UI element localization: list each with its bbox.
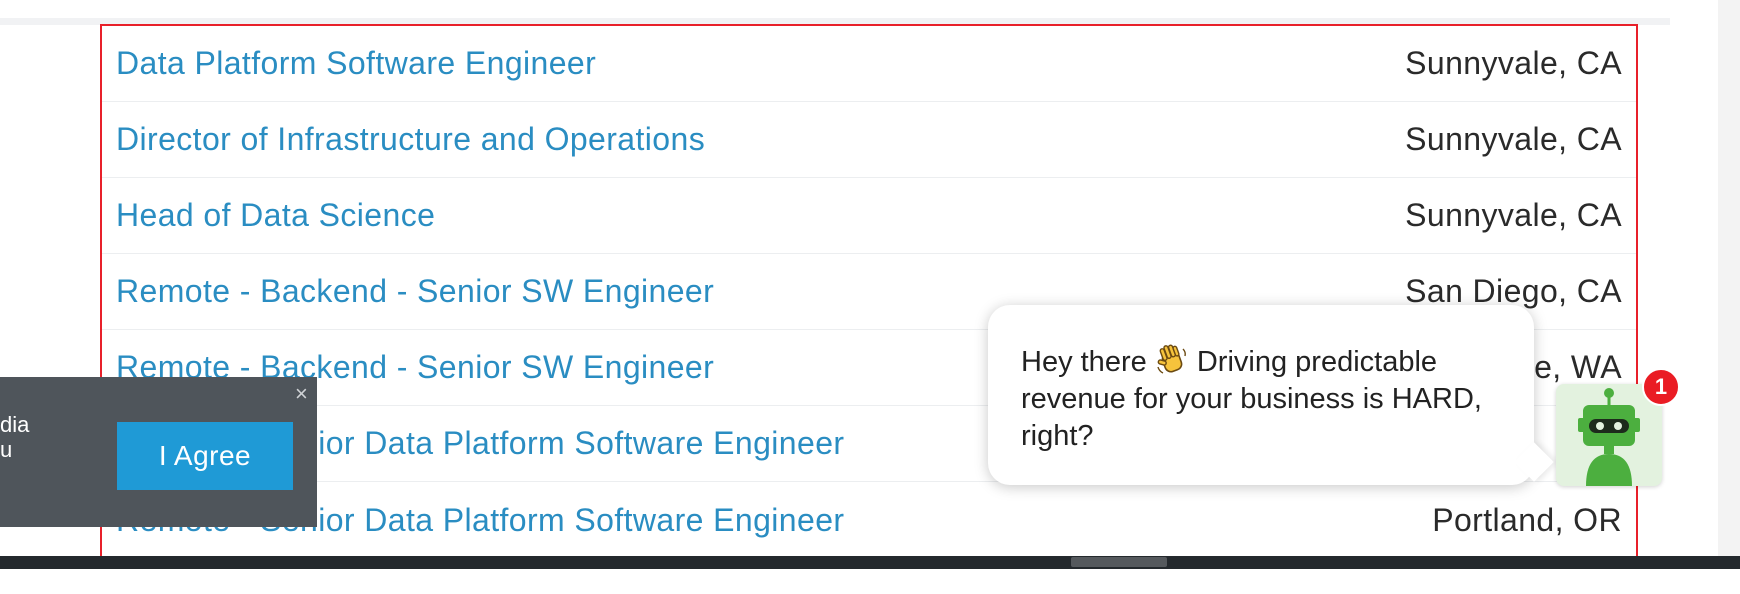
scrollbar-thumb[interactable] [1071, 557, 1167, 567]
notification-badge: 1 [1642, 368, 1680, 406]
page-viewport: Data Platform Software Engineer Sunnyval… [0, 0, 1740, 594]
chat-message: Hey there Driving predictable revenue fo… [1021, 343, 1511, 455]
chat-message-start: Hey there [1021, 346, 1155, 378]
highlight-box [100, 24, 1638, 568]
waving-hand-icon [1155, 343, 1189, 377]
agree-button[interactable]: I Agree [117, 422, 293, 490]
cookie-banner: dia u × I Agree [0, 377, 317, 527]
chat-message-bubble[interactable]: Hey there Driving predictable revenue fo… [988, 305, 1534, 485]
page-right-gutter [1718, 0, 1740, 569]
close-icon[interactable]: × [295, 383, 308, 405]
cookie-text: dia u [0, 412, 29, 462]
cookie-text-line1: dia [0, 412, 30, 437]
cookie-text-line2: u [0, 437, 13, 462]
horizontal-scrollbar[interactable] [0, 556, 1740, 569]
